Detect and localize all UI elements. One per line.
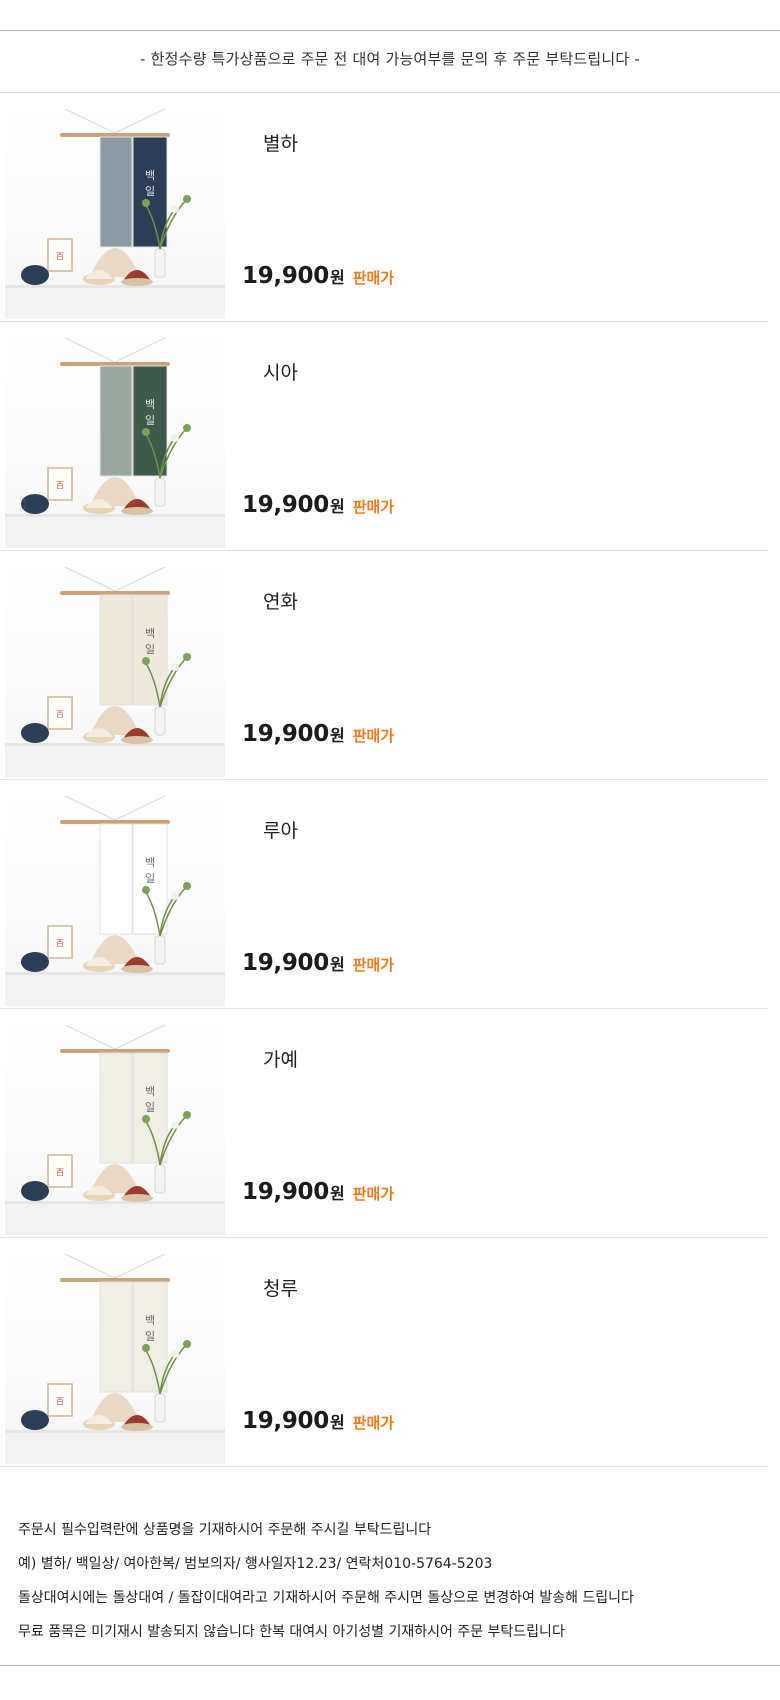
sale-price-label: 판매가 <box>352 956 395 974</box>
price-currency: 원 <box>329 268 345 287</box>
svg-text:일: 일 <box>145 871 155 885</box>
product-price: 19,900원 판매가 <box>242 263 394 289</box>
svg-text:百: 百 <box>56 481 64 490</box>
svg-text:백: 백 <box>145 169 155 182</box>
product-thumbnail[interactable]: 백일 百 <box>5 786 225 1006</box>
bottom-divider <box>0 1665 780 1666</box>
product-price: 19,900원 판매가 <box>242 950 394 976</box>
product-item[interactable]: 백 일 百 가예 19,900원 판매가 <box>0 1009 768 1238</box>
price-amount: 19,900 <box>242 492 329 518</box>
price-amount: 19,900 <box>242 1179 329 1205</box>
product-price: 19,900원 판매가 <box>242 1179 394 1205</box>
product-name[interactable]: 청루 <box>263 1274 298 1301</box>
price-amount: 19,900 <box>242 950 329 976</box>
sale-price-label: 판매가 <box>352 498 395 516</box>
product-price: 19,900원 판매가 <box>242 721 394 747</box>
svg-text:백: 백 <box>145 1314 155 1327</box>
product-item[interactable]: 백 일 百 시아 19,900원 판매가 <box>0 322 768 551</box>
top-divider <box>0 30 780 31</box>
sale-price-label: 판매가 <box>352 269 395 287</box>
product-name[interactable]: 시아 <box>263 358 298 385</box>
price-currency: 원 <box>329 1413 345 1432</box>
instruction-line: 무료 품목은 미기재시 발송되지 않습니다 한복 대여시 아기성별 기재하시어 … <box>18 1624 565 1640</box>
price-currency: 원 <box>329 497 345 516</box>
order-instructions: 주문시 필수입력란에 상품명을 기재하시어 주문해 주시길 부탁드립니다 예) … <box>18 1520 758 1656</box>
sale-price-label: 판매가 <box>352 1414 395 1432</box>
svg-text:백: 백 <box>145 856 155 869</box>
sale-price-label: 판매가 <box>352 1185 395 1203</box>
product-item[interactable]: 백 일 百 별하 19,900원 판매가 <box>0 93 768 322</box>
limited-stock-notice: - 한정수량 특가상품으로 주문 전 대여 가능여부를 문의 후 주문 부탁드립… <box>140 50 640 68</box>
price-currency: 원 <box>329 1184 345 1203</box>
svg-text:百: 百 <box>56 252 64 261</box>
svg-text:백: 백 <box>145 398 155 411</box>
product-item[interactable]: 백 일 百 청루 19,900원 판매가 <box>0 1238 768 1467</box>
price-currency: 원 <box>329 726 345 745</box>
svg-text:百: 百 <box>56 1397 64 1406</box>
instruction-line: 돌상대여시에는 돌상대여 / 돌잡이대여라고 기재하시어 주문해 주시면 돌상으… <box>18 1590 634 1606</box>
product-price: 19,900원 판매가 <box>242 1408 394 1434</box>
svg-text:일: 일 <box>145 1100 155 1114</box>
svg-text:百: 百 <box>56 939 64 948</box>
svg-text:일: 일 <box>145 642 155 656</box>
svg-text:百: 百 <box>56 1168 64 1177</box>
instruction-line: 주문시 필수입력란에 상품명을 기재하시어 주문해 주시길 부탁드립니다 <box>18 1522 432 1538</box>
product-name[interactable]: 루아 <box>263 816 298 843</box>
sale-price-label: 판매가 <box>352 727 395 745</box>
svg-text:일: 일 <box>145 184 155 198</box>
product-thumbnail[interactable]: 백일 百 <box>5 557 225 777</box>
product-price: 19,900원 판매가 <box>242 492 394 518</box>
product-name[interactable]: 가예 <box>263 1045 298 1072</box>
product-item[interactable]: 백 일 百 연화 19,900원 판매가 <box>0 551 768 780</box>
svg-text:일: 일 <box>145 413 155 427</box>
product-thumbnail[interactable]: 백일 百 <box>5 1244 225 1464</box>
product-item[interactable]: 백 일 百 루아 19,900원 판매가 <box>0 780 768 1009</box>
product-thumbnail[interactable]: 백일 百 <box>5 328 225 548</box>
svg-text:百: 百 <box>56 710 64 719</box>
product-thumbnail[interactable]: 백일 百 <box>5 1015 225 1235</box>
price-amount: 19,900 <box>242 263 329 289</box>
price-currency: 원 <box>329 955 345 974</box>
price-amount: 19,900 <box>242 1408 329 1434</box>
product-name[interactable]: 연화 <box>263 587 298 614</box>
price-amount: 19,900 <box>242 721 329 747</box>
svg-text:백: 백 <box>145 1085 155 1098</box>
product-thumbnail[interactable]: 백일 百 <box>5 99 225 319</box>
instruction-line: 예) 별하/ 백일상/ 여아한복/ 범보의자/ 행사일자12.23/ 연락처01… <box>18 1556 493 1572</box>
svg-text:백: 백 <box>145 627 155 640</box>
product-name[interactable]: 별하 <box>263 129 298 156</box>
svg-text:일: 일 <box>145 1329 155 1343</box>
